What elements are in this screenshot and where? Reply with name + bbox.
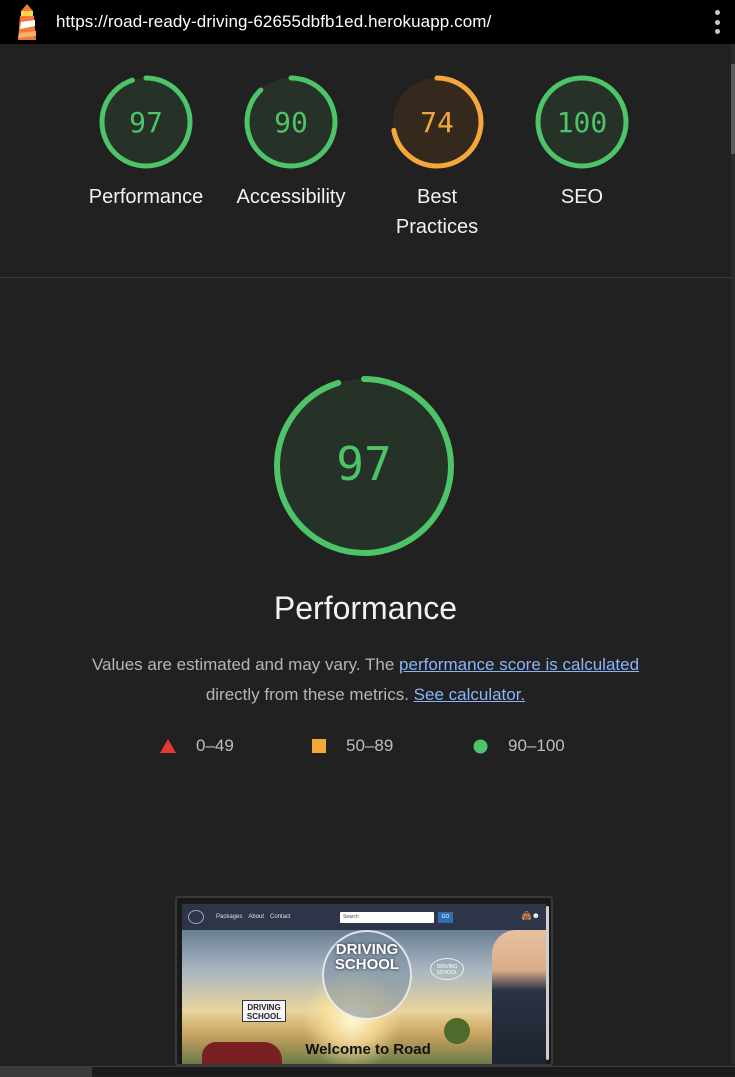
nav-link-contact: Contact <box>270 914 291 920</box>
desc-mid: directly from these metrics. <box>205 685 414 704</box>
hero-welcome-text: Welcome to Road <box>305 1041 431 1058</box>
score-legend: 0–49 50–89 90–100 <box>0 736 731 758</box>
gauge-seo[interactable]: 100 SEO <box>509 74 655 212</box>
page-screenshot-thumbnail[interactable]: Packages About Contact Search GO 👜☻ DRIV… <box>175 896 553 1066</box>
bottom-toolbar <box>0 1066 735 1077</box>
hero-title: DRIVING SCHOOL <box>334 941 400 973</box>
legend-average: 50–89 <box>312 736 393 756</box>
gauge-best-practices-score: 74 <box>420 106 454 139</box>
triangle-icon <box>160 739 176 753</box>
gauge-best-practices-label: Best Practices <box>395 186 479 238</box>
bag-user-icons: 👜☻ <box>521 911 540 920</box>
nav-link-about: About <box>248 914 265 920</box>
desc-prefix: Values are estimated and may vary. The <box>91 655 400 674</box>
nav-link-packages: Packages <box>216 914 243 920</box>
thumbnail-go-button: GO <box>438 912 453 923</box>
url-text[interactable]: https://road-ready-driving-62655dbfb1ed.… <box>56 12 491 32</box>
address-bar: https://road-ready-driving-62655dbfb1ed.… <box>0 0 735 44</box>
gauge-seo-score: 100 <box>557 106 608 139</box>
gauge-performance-score: 97 <box>129 106 163 139</box>
thumbnail-hero: DRIVING SCHOOL DRIVING SCHOOL DRIVING SC… <box>182 930 546 1064</box>
see-calculator-link[interactable]: See calculator. <box>414 685 526 704</box>
score-summary: 97 Performance 90 Accessibility 74 Best … <box>0 44 731 278</box>
performance-description: Values are estimated and may vary. The p… <box>40 650 691 710</box>
gauge-seo-ring: 100 <box>535 75 629 169</box>
performance-gauge-large: 97 <box>272 374 456 558</box>
performance-score: 97 <box>336 437 391 491</box>
gauge-accessibility-ring: 90 <box>244 75 338 169</box>
gauge-accessibility-label: Accessibility <box>236 186 346 208</box>
legend-pass: 90–100 <box>473 736 565 756</box>
circle-icon <box>473 739 488 753</box>
gauge-performance-ring: 97 <box>99 75 193 169</box>
thumbnail-search-input: Search <box>340 912 434 923</box>
lighthouse-logo-icon <box>12 2 42 42</box>
gauge-accessibility[interactable]: 90 Accessibility <box>218 74 364 212</box>
site-logo-icon <box>188 910 204 924</box>
performance-gauge-ring: 97 <box>274 376 454 556</box>
hero-sign: DRIVING SCHOOL <box>242 1000 286 1022</box>
thumbnail-scrollbar <box>546 906 549 1060</box>
performance-title: Performance <box>273 590 458 626</box>
page-scrollbar[interactable] <box>731 44 735 1064</box>
page-scrollbar-thumb[interactable] <box>731 64 735 154</box>
score-calculated-link[interactable]: performance score is calculated <box>399 655 639 674</box>
gauge-seo-label: SEO <box>560 186 604 208</box>
gauge-best-practices[interactable]: 74 Best Practices <box>364 74 510 242</box>
hero-badge: DRIVING SCHOOL <box>430 958 464 980</box>
gauge-accessibility-score: 90 <box>274 106 308 139</box>
thumbnail-navbar: Packages About Contact Search GO 👜☻ <box>182 904 546 930</box>
legend-fail-range: 0–49 <box>196 736 234 755</box>
thumbnail-nav-links: Packages About Contact <box>216 914 291 920</box>
gauge-best-practices-ring: 74 <box>390 75 484 169</box>
gauge-performance-label: Performance <box>88 186 204 208</box>
legend-average-range: 50–89 <box>346 736 394 755</box>
gauge-performance[interactable]: 97 Performance <box>73 74 219 212</box>
more-menu-icon[interactable] <box>711 10 723 34</box>
legend-fail: 0–49 <box>160 736 234 756</box>
legend-pass-range: 90–100 <box>508 736 565 755</box>
square-icon <box>312 739 326 753</box>
